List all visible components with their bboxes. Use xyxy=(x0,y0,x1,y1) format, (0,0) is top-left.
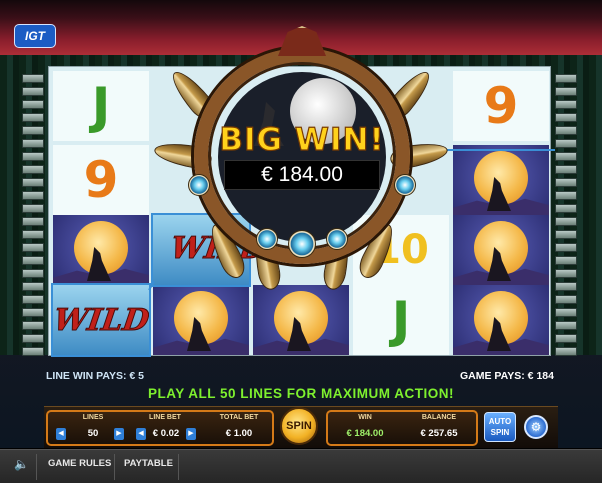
symbol-wolf-moon xyxy=(253,285,349,355)
payline-segment xyxy=(447,149,555,151)
paytable-button[interactable]: PAYTABLE xyxy=(124,458,173,469)
total-bet-label: TOTAL BET xyxy=(219,414,259,421)
turquoise-medallion-icon xyxy=(326,228,348,250)
igt-logo: IGT xyxy=(14,24,56,48)
symbol-wolf-moon xyxy=(153,285,249,355)
bet-controls-group: LINES ◀ 50 ▶ LINE BET ◀ € 0.02 ▶ TOTAL B… xyxy=(46,410,274,446)
big-win-amount: € 184.00 xyxy=(224,160,380,190)
turquoise-medallion-icon xyxy=(188,174,210,196)
big-win-dreamcatcher: BIG WIN! € 184.00 xyxy=(152,26,450,292)
line-win-pays: LINE WIN PAYS: € 5 xyxy=(46,370,145,382)
line-bet-label: LINE BET xyxy=(149,414,181,421)
left-payline-indicators xyxy=(22,74,44,356)
symbol-wolf-moon xyxy=(453,145,549,215)
line-bet-decrease-button[interactable]: ◀ xyxy=(136,428,146,440)
winning-symbol-highlight xyxy=(51,283,151,357)
settings-gear-icon[interactable]: ⚙ xyxy=(524,415,548,439)
symbol-jack: J xyxy=(353,285,449,355)
win-balance-group: WIN € 184.00 BALANCE € 257.65 xyxy=(326,410,478,446)
balance-label: BALANCE xyxy=(421,414,457,421)
game-pays: GAME PAYS: € 184 xyxy=(460,370,554,382)
turquoise-medallion-icon xyxy=(256,228,278,250)
game-rules-button[interactable]: GAME RULES xyxy=(48,458,111,469)
line-bet-increase-button[interactable]: ▶ xyxy=(186,428,196,440)
lines-decrease-button[interactable]: ◀ xyxy=(56,428,66,440)
spin-button[interactable]: SPIN xyxy=(280,407,318,445)
symbol-wolf-moon xyxy=(453,285,549,355)
autospin-button[interactable]: AUTO SPIN xyxy=(484,412,516,442)
symbol-nine: 9 xyxy=(453,71,549,141)
speaker-icon[interactable]: 🔈 xyxy=(14,457,29,471)
lines-increase-button[interactable]: ▶ xyxy=(114,428,124,440)
win-value: € 184.00 xyxy=(346,428,384,439)
turquoise-medallion-icon xyxy=(394,174,416,196)
game-stage: IGT J 9 WILD 10 J 9 BIG WIN! € 184.00 LI… xyxy=(0,0,602,448)
big-win-title: BIG WIN! xyxy=(219,121,385,158)
bottom-toolbar: 🔈 GAME RULES PAYTABLE xyxy=(0,449,602,483)
lines-label: LINES xyxy=(82,414,104,421)
symbol-wolf-moon xyxy=(453,215,549,285)
turquoise-medallion-icon xyxy=(288,230,316,258)
dreamcatcher-top-ornament xyxy=(278,26,326,56)
symbol-jack: J xyxy=(53,71,149,141)
balance-value: € 257.65 xyxy=(420,428,458,439)
line-bet-value: € 0.02 xyxy=(152,428,180,439)
right-payline-indicators xyxy=(555,74,577,356)
symbol-nine: 9 xyxy=(53,145,149,215)
control-panel: LINES ◀ 50 ▶ LINE BET ◀ € 0.02 ▶ TOTAL B… xyxy=(44,406,558,448)
win-label: WIN xyxy=(358,414,372,421)
total-bet-value: € 1.00 xyxy=(225,428,253,439)
promo-message: PLAY ALL 50 LINES FOR MAXIMUM ACTION! xyxy=(147,386,455,401)
symbol-wolf-moon xyxy=(53,215,149,285)
lines-value: 50 xyxy=(87,428,99,439)
